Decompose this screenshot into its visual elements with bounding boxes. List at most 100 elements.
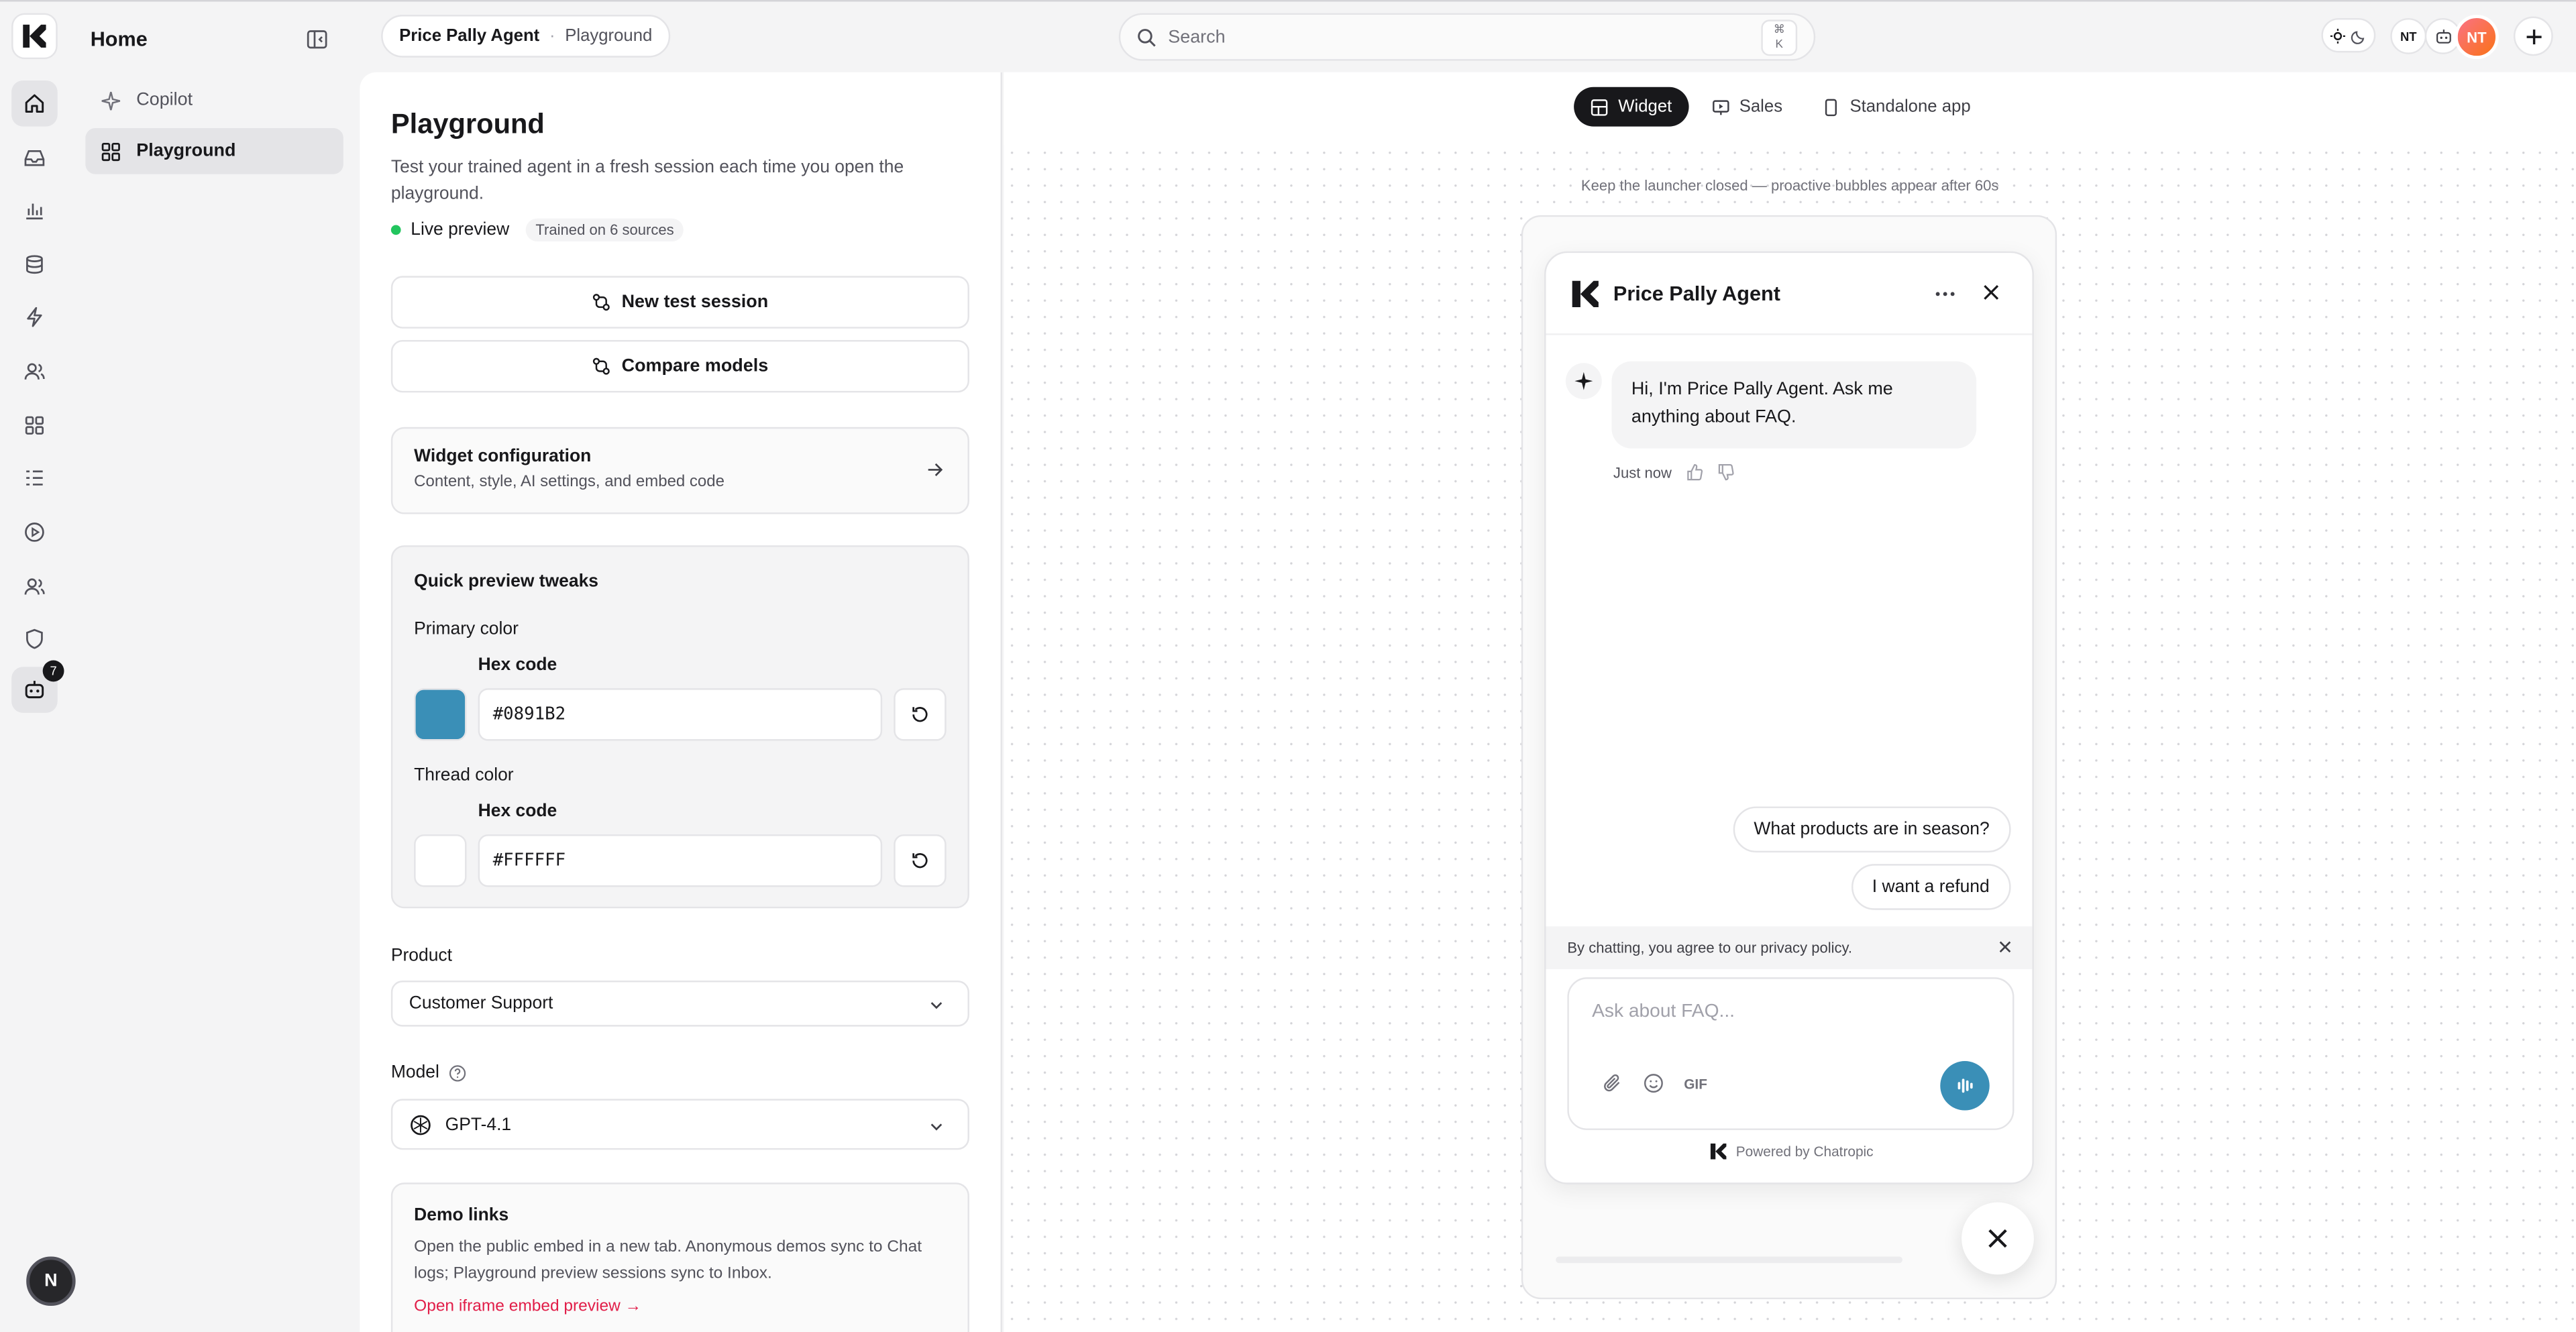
compare-models-button[interactable]: Compare models: [390, 339, 969, 393]
demo-links-text: Open the public embed in a new tab. Anon…: [414, 1238, 922, 1283]
product-label: Product: [390, 946, 453, 966]
breadcrumb[interactable]: Price Pally Agent · Playground: [381, 15, 671, 58]
product-select[interactable]: Customer Support: [390, 981, 969, 1027]
bar-chart-icon: [26, 203, 43, 220]
help-circle-icon[interactable]: [449, 1064, 468, 1082]
rail-security[interactable]: [11, 616, 58, 662]
sparkle-icon: [101, 91, 121, 110]
theme-toggle[interactable]: [2321, 17, 2376, 53]
rotate-ccw-icon: [912, 853, 928, 869]
rail-data-sources[interactable]: [11, 241, 58, 288]
message-meta: Just now: [1613, 463, 1734, 482]
thread-color-reset-button[interactable]: [894, 834, 947, 887]
rail-inbox[interactable]: [11, 135, 58, 181]
message-timestamp: Just now: [1613, 463, 1672, 481]
widget-configuration-card[interactable]: Widget configuration Content, style, AI …: [390, 427, 969, 514]
thread-color-swatch[interactable]: [414, 834, 467, 887]
composer-tools: GIF: [1602, 1072, 1707, 1094]
layout-icon: [1591, 98, 1608, 115]
live-preview-label: Live preview: [411, 220, 510, 240]
breadcrumb-page: Playground: [565, 26, 653, 46]
model-select[interactable]: GPT-4.1: [390, 1099, 969, 1150]
emoji-icon[interactable]: [1643, 1072, 1664, 1094]
iframe-embed-preview-link[interactable]: Open iframe embed preview →: [414, 1298, 946, 1316]
create-button[interactable]: [2513, 16, 2553, 56]
gif-button[interactable]: GIF: [1684, 1075, 1707, 1091]
launcher-close-button[interactable]: [1962, 1202, 2034, 1275]
more-horizontal-icon[interactable]: [1933, 282, 1956, 305]
agents-count-badge: 7: [42, 660, 64, 682]
primary-color-input[interactable]: #0891B2: [478, 688, 883, 741]
model-label-row: Model: [391, 1063, 468, 1083]
chat-composer[interactable]: Ask about FAQ... GIF: [1567, 977, 2015, 1130]
logo-mark-icon: [23, 24, 46, 48]
tab-widget[interactable]: Widget: [1574, 87, 1688, 127]
rail-agents[interactable]: 7: [11, 660, 64, 713]
tab-standalone-app[interactable]: Standalone app: [1805, 87, 1987, 127]
close-icon[interactable]: [1980, 281, 2002, 304]
sun-icon[interactable]: [2330, 27, 2346, 43]
grid-icon: [25, 416, 44, 435]
thread-color-input[interactable]: #FFFFFF: [478, 834, 883, 887]
collapse-sidebar-icon[interactable]: [306, 28, 332, 54]
rail-contacts[interactable]: [11, 348, 58, 394]
primary-color-swatch[interactable]: [414, 688, 467, 741]
device-scrollbar[interactable]: [1556, 1256, 1902, 1264]
rail-analytics[interactable]: [11, 187, 58, 233]
rail-home[interactable]: [11, 80, 58, 127]
rail-actions[interactable]: [11, 294, 58, 340]
thumbs-up-icon[interactable]: [1685, 463, 1703, 482]
preview-tabs: Widget Sales Standalone app: [1574, 87, 1987, 127]
subnav-item-copilot[interactable]: Copilot: [85, 77, 343, 123]
account-avatar[interactable]: N: [26, 1256, 76, 1306]
database-icon: [26, 255, 43, 274]
breadcrumb-separator: ·: [549, 26, 555, 46]
arrow-right-icon: [928, 463, 943, 476]
suggestion-chip[interactable]: I want a refund: [1850, 864, 2011, 910]
tab-sales[interactable]: Sales: [1695, 87, 1799, 127]
search-placeholder: Search: [1168, 27, 1226, 47]
chat-input-placeholder[interactable]: Ask about FAQ...: [1592, 1002, 1735, 1021]
grid-icon: [101, 142, 120, 160]
play-circle-icon: [25, 522, 44, 542]
phone-icon: [1825, 98, 1837, 115]
primary-color-label: Primary color: [414, 619, 519, 639]
page-title: Playground: [390, 108, 545, 140]
powered-by-footer[interactable]: Powered by Chatropic: [1546, 1142, 2033, 1161]
privacy-consent-banner: By chatting, you agree to our privacy po…: [1546, 926, 2033, 969]
search-input[interactable]: Search ⌘ K: [1118, 13, 1816, 61]
moon-icon[interactable]: [2351, 27, 2367, 44]
subnav-item-playground[interactable]: Playground: [85, 128, 343, 174]
rail-team[interactable]: [11, 563, 58, 610]
voice-input-button[interactable]: [1940, 1061, 1990, 1111]
bot-icon: [2435, 28, 2451, 43]
primary-hex-label: Hex code: [478, 655, 557, 675]
thread-color-label: Thread color: [414, 765, 514, 785]
list-checks-icon: [26, 470, 43, 486]
rotate-ccw-icon: [912, 707, 928, 722]
privacy-consent-text: By chatting, you agree to our privacy po…: [1567, 939, 1853, 956]
new-test-session-button[interactable]: New test session: [390, 276, 969, 329]
primary-color-reset-button[interactable]: [894, 688, 947, 741]
git-compare-icon: [593, 294, 610, 311]
rail-tasks[interactable]: [11, 455, 58, 501]
live-status-dot: [390, 225, 401, 235]
paperclip-icon[interactable]: [1602, 1072, 1623, 1094]
openai-icon: [411, 1114, 431, 1135]
model-value: GPT-4.1: [445, 1114, 512, 1135]
widget-config-subtitle: Content, style, AI settings, and embed c…: [414, 473, 724, 492]
suggestion-chip[interactable]: What products are in season?: [1732, 806, 2011, 853]
team-icon: [24, 578, 45, 595]
search-shortcut: ⌘ K: [1761, 19, 1798, 56]
rail-playback[interactable]: [11, 509, 58, 555]
breadcrumb-agent[interactable]: Price Pally Agent: [399, 26, 539, 46]
user-initials-avatar[interactable]: NT: [2390, 17, 2427, 54]
thread-hex-label: Hex code: [478, 801, 557, 822]
user-avatar[interactable]: NT: [2454, 15, 2499, 60]
app-logo[interactable]: [11, 13, 58, 60]
thumbs-down-icon[interactable]: [1716, 463, 1734, 482]
demo-links-card: Demo links Open the public embed in a ne…: [390, 1182, 969, 1332]
rail-apps[interactable]: [11, 402, 58, 449]
bot-icon: [25, 681, 44, 699]
close-icon[interactable]: [1998, 940, 2012, 954]
